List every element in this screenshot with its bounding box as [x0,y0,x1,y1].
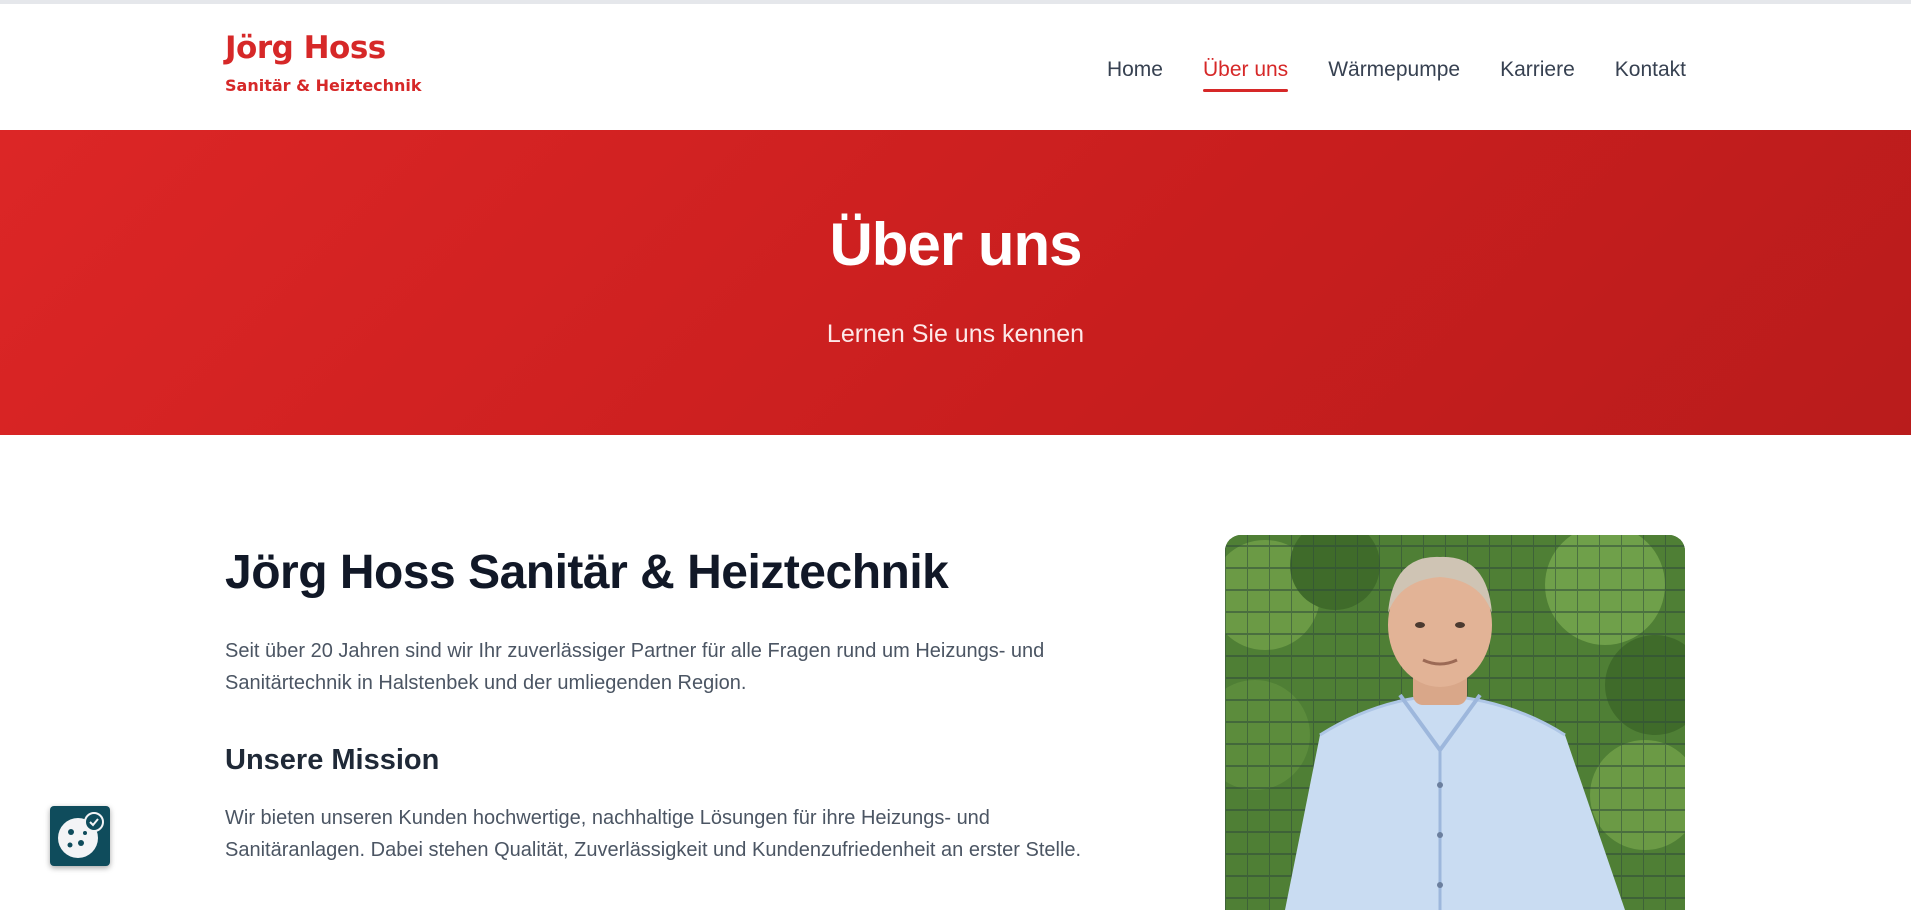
nav-item-home[interactable]: Home [1107,58,1163,88]
nav-item-kontakt[interactable]: Kontakt [1615,58,1686,88]
intro-line: Sanitärtechnik in Halstenbek und der uml… [225,672,747,694]
cookie-settings-button[interactable] [50,806,110,866]
owner-photo-illustration [1225,535,1685,910]
main-nav: Home Über uns Wärmepumpe Karriere Kontak… [1107,58,1686,92]
nav-item-ueber-uns[interactable]: Über uns [1202,58,1289,92]
nav-item-waermepumpe[interactable]: Wärmepumpe [1328,58,1460,88]
brand-tagline: Sanitär & Heiztechnik [225,76,422,95]
nav-item-karriere[interactable]: Karriere [1500,58,1575,88]
hero-title: Über uns [829,211,1082,278]
cookie-settings-icon [58,812,104,858]
mission-line: Sanitäranlagen. Dabei stehen Qualität, Z… [225,839,1082,861]
mission-heading: Unsere Mission [225,744,440,776]
mission-paragraph: Wir bieten unseren Kunden hochwertige, n… [225,802,1145,866]
owner-photo [1225,535,1685,910]
brand-name: Jörg Hoss [225,30,386,66]
brand-logo[interactable]: Jörg Hoss Sanitär & Heiztechnik [225,30,422,95]
about-content: Jörg Hoss Sanitär & Heiztechnik Seit übe… [225,545,1145,866]
mission-line: Wir bieten unseren Kunden hochwertige, n… [225,807,990,829]
intro-line: Seit über 20 Jahren sind wir Ihr zuverlä… [225,640,1045,662]
hero-banner: Über uns Lernen Sie uns kennen [0,130,1911,435]
site-header: Jörg Hoss Sanitär & Heiztechnik Home Übe… [0,4,1911,130]
hero-subtitle: Lernen Sie uns kennen [826,320,1085,348]
intro-paragraph: Seit über 20 Jahren sind wir Ihr zuverlä… [225,635,1145,699]
about-heading: Jörg Hoss Sanitär & Heiztechnik [225,546,949,599]
